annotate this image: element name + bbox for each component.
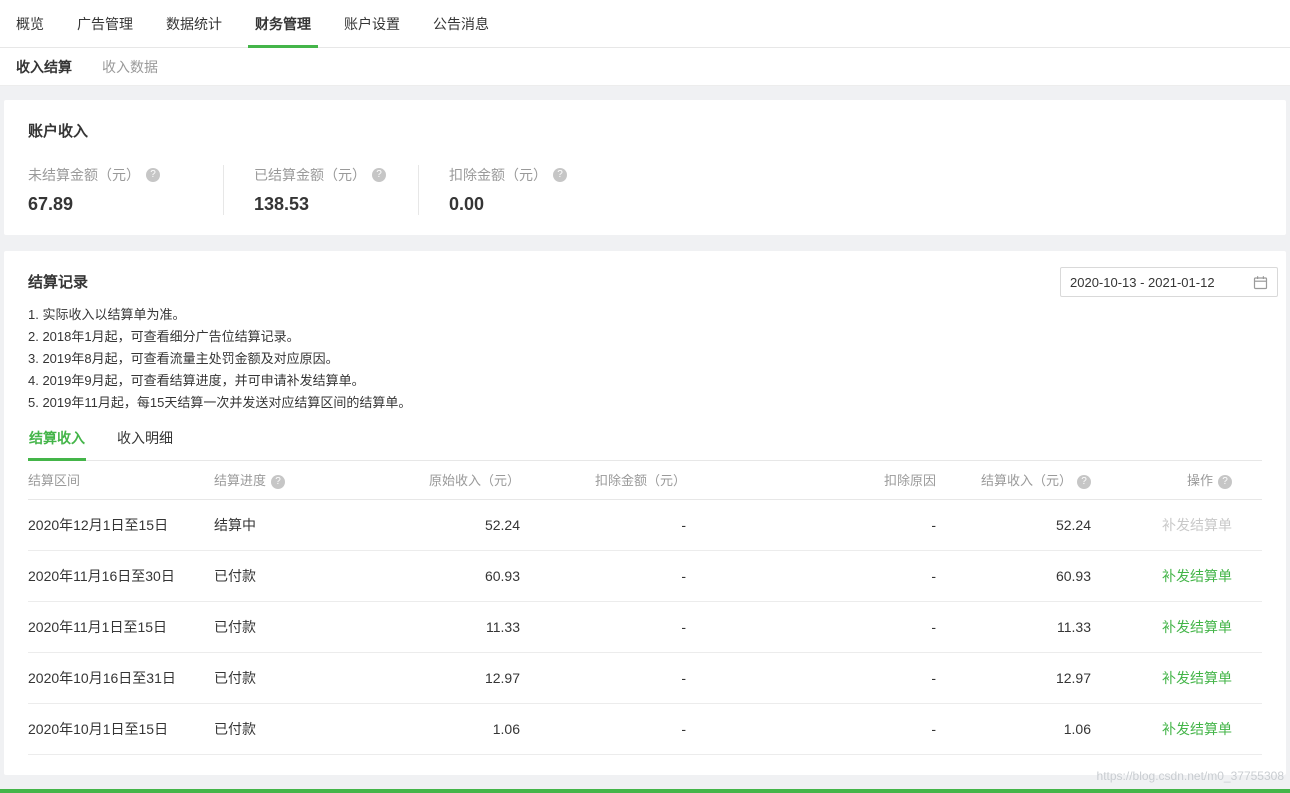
tab-settled-income[interactable]: 结算收入	[28, 428, 86, 460]
account-income-stats: 未结算金额（元） ? 67.89 已结算金额（元） ? 138.53 扣除金额（…	[28, 165, 1262, 215]
cell-deduct-reason: -	[686, 652, 936, 703]
bottom-green-bar	[0, 789, 1290, 793]
cell-settled-income: 60.93	[936, 550, 1091, 601]
date-range-picker[interactable]: 2020-10-13 - 2021-01-12	[1060, 267, 1278, 297]
note-line: 4. 2019年9月起，可查看结算进度，并可申请补发结算单。	[28, 370, 1262, 392]
cell-original-income: 52.24	[360, 499, 520, 550]
main-content: 账户收入 未结算金额（元） ? 67.89 已结算金额（元） ? 138.53 …	[0, 86, 1290, 775]
stat-deducted-amount: 扣除金额（元） ? 0.00	[418, 165, 613, 215]
reissue-statement-link[interactable]: 补发结算单	[1162, 619, 1232, 635]
cell-settlement-period: 2020年10月16日至31日	[28, 652, 214, 703]
table-row: 2020年10月16日至31日 已付款 12.97 - - 12.97 补发结算…	[28, 652, 1262, 703]
cell-deduct-reason: -	[686, 550, 936, 601]
cell-original-income: 60.93	[360, 550, 520, 601]
cell-deduct-reason: -	[686, 703, 936, 754]
settlement-notes: 1. 实际收入以结算单为准。 2. 2018年1月起，可查看细分广告位结算记录。…	[28, 304, 1262, 414]
header-original-income: 原始收入（元）	[360, 461, 520, 499]
cell-deduct-amount: -	[520, 550, 686, 601]
header-deduct-amount: 扣除金额（元）	[520, 461, 686, 499]
header-settlement-period: 结算区间	[28, 461, 214, 499]
calendar-icon	[1253, 275, 1268, 290]
subnav-item-income-settlement[interactable]: 收入结算	[16, 57, 72, 77]
top-nav: 概览 广告管理 数据统计 财务管理 账户设置 公告消息	[0, 0, 1290, 48]
note-line: 1. 实际收入以结算单为准。	[28, 304, 1262, 326]
cell-settlement-status: 结算中	[214, 499, 360, 550]
cell-deduct-amount: -	[520, 499, 686, 550]
cell-original-income: 12.97	[360, 652, 520, 703]
cell-settlement-status: 已付款	[214, 601, 360, 652]
help-icon[interactable]: ?	[1218, 475, 1232, 489]
note-line: 5. 2019年11月起，每15天结算一次并发送对应结算区间的结算单。	[28, 392, 1262, 414]
tab-income-detail[interactable]: 收入明细	[116, 428, 174, 460]
sub-nav: 收入结算 收入数据	[0, 48, 1290, 86]
table-row: 2020年10月1日至15日 已付款 1.06 - - 1.06 补发结算单	[28, 703, 1262, 754]
nav-item-overview[interactable]: 概览	[16, 0, 44, 48]
stat-settled-label: 已结算金额（元）	[254, 165, 366, 185]
table-row: 2020年11月16日至30日 已付款 60.93 - - 60.93 补发结算…	[28, 550, 1262, 601]
stat-unsettled-amount: 未结算金额（元） ? 67.89	[28, 165, 223, 215]
cell-settlement-period: 2020年10月1日至15日	[28, 703, 214, 754]
reissue-statement-link[interactable]: 补发结算单	[1162, 721, 1232, 737]
stat-unsettled-label: 未结算金额（元）	[28, 165, 140, 185]
cell-settlement-status: 已付款	[214, 652, 360, 703]
cell-settlement-period: 2020年11月1日至15日	[28, 601, 214, 652]
nav-item-announcements[interactable]: 公告消息	[433, 0, 489, 48]
note-line: 3. 2019年8月起，可查看流量主处罚金额及对应原因。	[28, 348, 1262, 370]
nav-item-account-settings[interactable]: 账户设置	[344, 0, 400, 48]
cell-settled-income: 52.24	[936, 499, 1091, 550]
cell-settlement-status: 已付款	[214, 703, 360, 754]
subnav-item-income-data[interactable]: 收入数据	[102, 57, 158, 77]
reissue-statement-link[interactable]: 补发结算单	[1162, 568, 1232, 584]
header-deduct-reason: 扣除原因	[686, 461, 936, 499]
header-actions: 操作?	[1091, 461, 1262, 499]
cell-settlement-status: 已付款	[214, 550, 360, 601]
help-icon[interactable]: ?	[271, 475, 285, 489]
stat-settled-value: 138.53	[254, 194, 418, 215]
help-icon[interactable]: ?	[1077, 475, 1091, 489]
table-row: 2020年11月1日至15日 已付款 11.33 - - 11.33 补发结算单	[28, 601, 1262, 652]
header-settled-income: 结算收入（元）?	[936, 461, 1091, 499]
nav-item-ad-management[interactable]: 广告管理	[77, 0, 133, 48]
account-income-card: 账户收入 未结算金额（元） ? 67.89 已结算金额（元） ? 138.53 …	[4, 100, 1286, 235]
cell-original-income: 11.33	[360, 601, 520, 652]
cell-deduct-reason: -	[686, 601, 936, 652]
cell-deduct-amount: -	[520, 601, 686, 652]
stat-deducted-label: 扣除金额（元）	[449, 165, 547, 185]
cell-deduct-reason: -	[686, 499, 936, 550]
cell-deduct-amount: -	[520, 703, 686, 754]
table-row: 2020年12月1日至15日 结算中 52.24 - - 52.24 补发结算单	[28, 499, 1262, 550]
help-icon[interactable]: ?	[553, 168, 567, 182]
help-icon[interactable]: ?	[372, 168, 386, 182]
cell-deduct-amount: -	[520, 652, 686, 703]
account-income-title: 账户收入	[28, 120, 1262, 141]
cell-settlement-period: 2020年12月1日至15日	[28, 499, 214, 550]
stat-settled-amount: 已结算金额（元） ? 138.53	[223, 165, 418, 215]
help-icon[interactable]: ?	[146, 168, 160, 182]
settlement-tabs: 结算收入 收入明细	[28, 428, 1262, 461]
settlement-table-body: 2020年12月1日至15日 结算中 52.24 - - 52.24 补发结算单…	[28, 499, 1262, 754]
note-line: 2. 2018年1月起，可查看细分广告位结算记录。	[28, 326, 1262, 348]
settlement-records-card: 结算记录 2020-10-13 - 2021-01-12 1. 实际收入以结算单…	[4, 251, 1286, 775]
nav-item-finance-management[interactable]: 财务管理	[255, 0, 311, 48]
header-settlement-progress: 结算进度?	[214, 461, 360, 499]
stat-unsettled-value: 67.89	[28, 194, 223, 215]
reissue-statement-link[interactable]: 补发结算单	[1162, 670, 1232, 686]
settlement-table: 结算区间 结算进度? 原始收入（元） 扣除金额（元） 扣除原因 结算收入（元）?…	[28, 461, 1262, 755]
nav-item-data-statistics[interactable]: 数据统计	[166, 0, 222, 48]
cell-settlement-period: 2020年11月16日至30日	[28, 550, 214, 601]
stat-deducted-value: 0.00	[449, 194, 613, 215]
date-range-value: 2020-10-13 - 2021-01-12	[1070, 275, 1215, 290]
cell-original-income: 1.06	[360, 703, 520, 754]
cell-settled-income: 12.97	[936, 652, 1091, 703]
cell-settled-income: 1.06	[936, 703, 1091, 754]
table-header-row: 结算区间 结算进度? 原始收入（元） 扣除金额（元） 扣除原因 结算收入（元）?…	[28, 461, 1262, 499]
cell-settled-income: 11.33	[936, 601, 1091, 652]
reissue-statement-link: 补发结算单	[1162, 517, 1232, 533]
